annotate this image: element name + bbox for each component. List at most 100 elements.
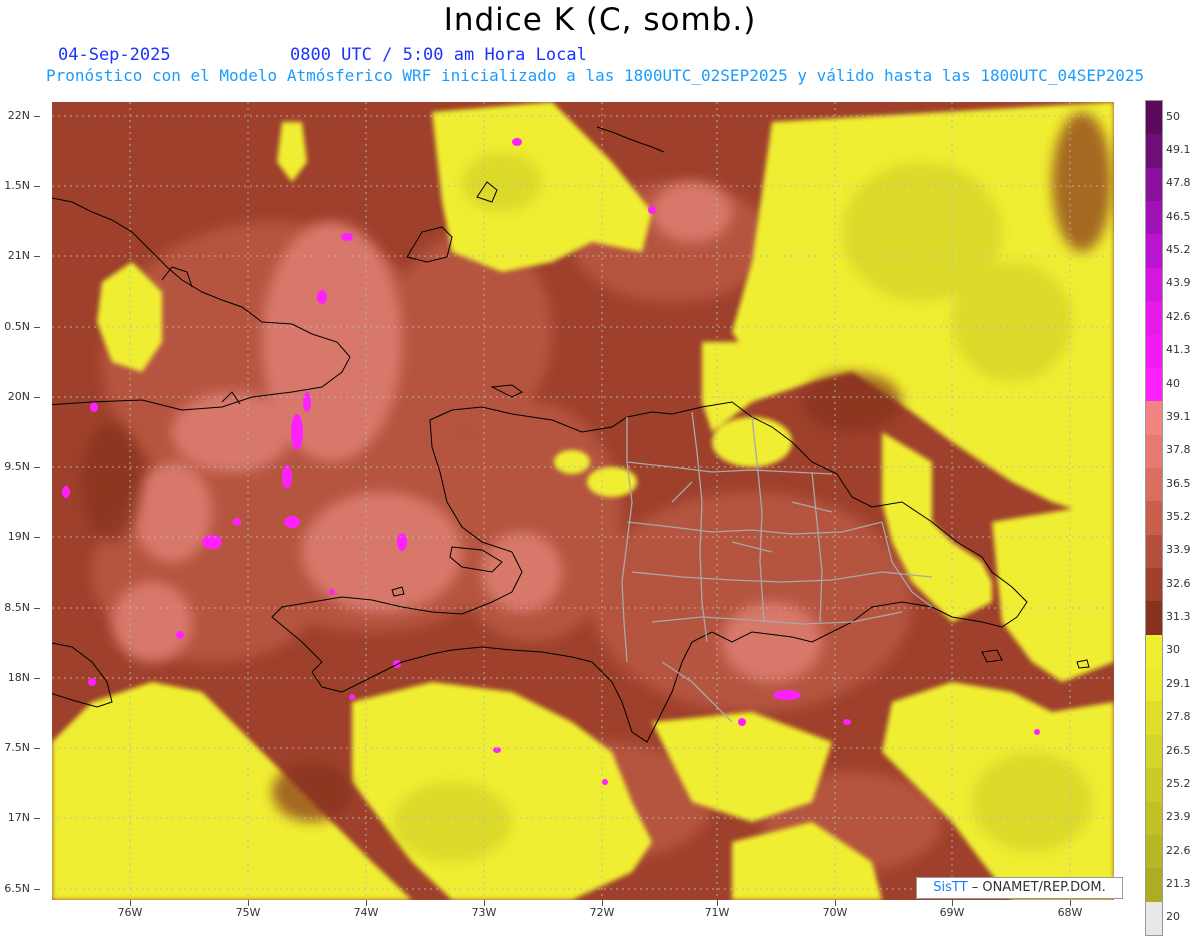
colorbar-segment	[1146, 701, 1162, 736]
lon-label: 74W	[353, 906, 379, 919]
lon-tick	[717, 900, 718, 906]
colorbar-segment	[1146, 868, 1162, 903]
lat-label: 19N	[7, 530, 30, 543]
colorbar-label: 27.8	[1166, 710, 1191, 724]
lat-label: 17N	[7, 811, 30, 824]
colorbar-label: 30	[1166, 643, 1180, 657]
lat-label: 6.5N	[4, 882, 30, 895]
colorbar-label: 26.5	[1166, 743, 1191, 757]
lat-label: 22N	[7, 109, 30, 122]
lat-tick	[34, 537, 40, 538]
colorbar-label: 29.1	[1166, 676, 1191, 690]
lon-label: 70W	[822, 906, 848, 919]
lat-tick	[34, 186, 40, 187]
lat-tick	[34, 327, 40, 328]
colorbar-segment	[1146, 167, 1162, 202]
colorbar-label: 21.3	[1166, 876, 1191, 890]
lat-label: 9.5N	[4, 460, 30, 473]
map-title: Indice K (C, somb.)	[443, 2, 757, 38]
lon-label: 76W	[117, 906, 143, 919]
colorbar-label: 32.6	[1166, 576, 1191, 590]
colorbar-segment	[1146, 434, 1162, 469]
colorbar-label: 49.1	[1166, 143, 1191, 157]
colorbar-label: 31.3	[1166, 610, 1191, 624]
colorbar-segment	[1146, 101, 1162, 135]
colorbar-segment	[1146, 901, 1162, 936]
colorbar-label: 41.3	[1166, 343, 1191, 357]
colorbar-segment	[1146, 834, 1162, 869]
colorbar-segment	[1146, 768, 1162, 803]
colorbar-label: 47.8	[1166, 176, 1191, 190]
lat-tick	[34, 678, 40, 679]
lat-label: 7.5N	[4, 741, 30, 754]
colorbar-label: 36.5	[1166, 476, 1191, 490]
lat-tick	[34, 889, 40, 890]
colorbar-segment	[1146, 134, 1162, 169]
colorbar-label: 43.9	[1166, 276, 1191, 290]
forecast-subtitle: Pronóstico con el Modelo Atmósferico WRF…	[46, 66, 1145, 85]
colorbar-segment	[1146, 568, 1162, 602]
colorbar-segment	[1146, 734, 1162, 769]
lat-label: 21N	[7, 249, 30, 262]
lon-label: 69W	[939, 906, 965, 919]
colorbar-segment	[1146, 301, 1162, 336]
forecast-date: 04-Sep-2025	[58, 45, 171, 65]
lon-tick	[835, 900, 836, 906]
lat-tick	[34, 748, 40, 749]
colorbar-label: 45.2	[1166, 243, 1191, 257]
lon-label: 72W	[589, 906, 615, 919]
lat-label: 18N	[7, 671, 30, 684]
lat-label: 8.5N	[4, 601, 30, 614]
colorbar-segment	[1146, 634, 1162, 669]
lat-tick	[34, 608, 40, 609]
colorbar-segment	[1146, 234, 1162, 269]
colorbar-label: 40	[1166, 376, 1180, 390]
lon-tick	[952, 900, 953, 906]
colorbar-label: 50	[1166, 109, 1180, 123]
lat-label: 1.5N	[4, 179, 30, 192]
lat-tick	[34, 116, 40, 117]
lat-label: 20N	[7, 390, 30, 403]
credit-text: – ONAMET/REP.DOM.	[971, 880, 1106, 895]
lon-tick	[1070, 900, 1071, 906]
colorbar-label: 39.1	[1166, 409, 1191, 423]
lon-tick	[602, 900, 603, 906]
k-index-map	[52, 102, 1114, 900]
colorbar-segment	[1146, 334, 1162, 369]
lat-tick	[34, 818, 40, 819]
colorbar-label: 33.9	[1166, 543, 1191, 557]
lat-tick	[34, 256, 40, 257]
colorbar-segment	[1146, 668, 1162, 702]
colorbar-label: 25.2	[1166, 776, 1191, 790]
k-index-field	[52, 102, 1114, 900]
credit-box: SisTT – ONAMET/REP.DOM.	[916, 877, 1123, 899]
forecast-time: 0800 UTC / 5:00 am Hora Local	[290, 45, 587, 65]
colorbar-label: 20	[1166, 910, 1180, 924]
colorbar-segment	[1146, 801, 1162, 836]
lat-tick	[34, 397, 40, 398]
colorbar	[1145, 100, 1163, 936]
colorbar-segment	[1146, 534, 1162, 569]
lon-label: 71W	[704, 906, 730, 919]
colorbar-segment	[1146, 467, 1162, 502]
colorbar-label: 22.6	[1166, 843, 1191, 857]
credit-brand: SisTT	[933, 880, 968, 895]
lon-tick	[130, 900, 131, 906]
lon-label: 73W	[471, 906, 497, 919]
colorbar-label: 37.8	[1166, 443, 1191, 457]
colorbar-label: 23.9	[1166, 810, 1191, 824]
colorbar-label: 42.6	[1166, 309, 1191, 323]
lat-tick	[34, 467, 40, 468]
colorbar-segment	[1146, 201, 1162, 235]
lat-label: 0.5N	[4, 320, 30, 333]
colorbar-segment	[1146, 267, 1162, 302]
colorbar-segment	[1146, 367, 1162, 402]
colorbar-label: 46.5	[1166, 209, 1191, 223]
colorbar-label: 35.2	[1166, 510, 1191, 523]
colorbar-segment	[1146, 401, 1162, 436]
colorbar-segment	[1146, 501, 1162, 536]
lon-tick	[366, 900, 367, 906]
colorbar-segment	[1146, 601, 1162, 636]
lon-tick	[248, 900, 249, 906]
lon-label: 75W	[235, 906, 261, 919]
